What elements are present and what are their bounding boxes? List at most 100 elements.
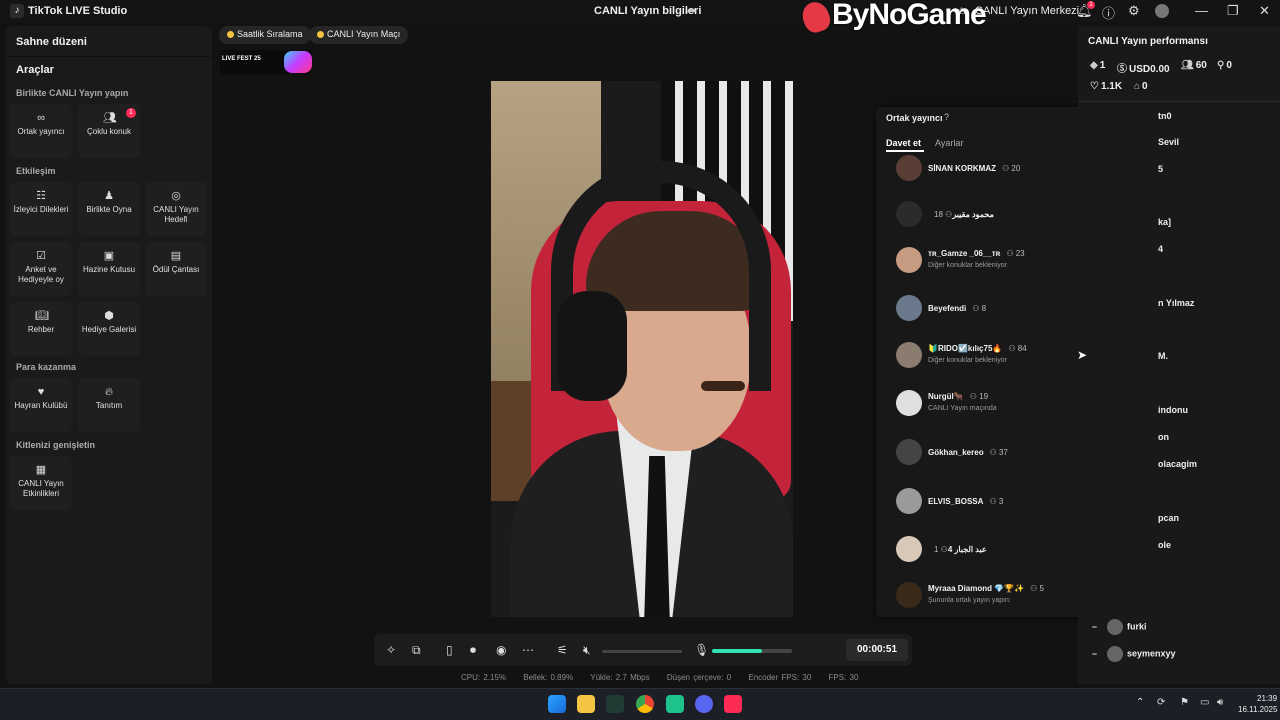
maximize-icon[interactable]: ❐ bbox=[1227, 3, 1239, 19]
currency-icon: Ⓢ bbox=[1117, 64, 1127, 75]
avatar[interactable] bbox=[1155, 4, 1169, 18]
viewer-requests-tool[interactable]: ☷ İzleyici Dilekleri bbox=[10, 182, 72, 236]
person-icon: ⚇ bbox=[989, 497, 999, 506]
target-icon: ◎ bbox=[171, 190, 181, 202]
hourly-ranking-pill[interactable]: Saatlik Sıralama bbox=[219, 26, 311, 44]
notification-badge: 1 bbox=[1087, 1, 1095, 9]
clock-time[interactable]: 21:39 bbox=[1257, 694, 1277, 703]
avatar bbox=[896, 488, 922, 514]
volume-slider[interactable] bbox=[602, 650, 682, 653]
chevron-up-icon[interactable]: ⌃ bbox=[1136, 697, 1144, 708]
cohost-tool[interactable]: ∞ Ortak yayıncı bbox=[10, 104, 72, 158]
fan-club-tool[interactable]: ♥ Hayran Kulübü bbox=[10, 378, 72, 432]
layout-icon[interactable]: ⧉ bbox=[412, 643, 421, 658]
play-together-tool[interactable]: ♟ Birlikte Oyna bbox=[78, 182, 140, 236]
tab-settings[interactable]: Ayarlar bbox=[935, 138, 963, 148]
live-match-pill[interactable]: CANLI Yayın Maçı bbox=[309, 26, 409, 44]
encoder-stat: Encoder FPS: 30 bbox=[748, 673, 812, 682]
viewer-name[interactable]: tn0 bbox=[1158, 111, 1172, 121]
treasure-box-tool[interactable]: ▣ Hazine Kutusu bbox=[78, 242, 140, 296]
more-icon[interactable]: ⋯ bbox=[522, 643, 534, 657]
stream-info-button[interactable]: CANLI Yayın bilgileri bbox=[594, 5, 701, 17]
gift-gallery-tool[interactable]: ⬢ Hediye Galerisi bbox=[78, 302, 140, 356]
viewer-name[interactable]: on bbox=[1158, 432, 1169, 442]
help-icon[interactable]: ⓘ bbox=[1102, 3, 1115, 22]
follower-count: ⚇ 8 bbox=[972, 304, 986, 313]
live-center-button[interactable]: CANLI Yayın Merkezi bbox=[975, 5, 1079, 17]
magic-wand-icon[interactable]: ✧ bbox=[386, 643, 396, 657]
play-together-label: Birlikte Oyna bbox=[86, 205, 132, 214]
cohost-name: Myraaa Diamond 💎🏆✨ ⚇ 5 bbox=[928, 584, 1044, 593]
performance-title: CANLI Yayın performansı bbox=[1088, 36, 1208, 47]
viewer-name[interactable]: 4 bbox=[1158, 244, 1163, 254]
close-icon[interactable]: ✕ bbox=[1259, 3, 1270, 19]
terminal-icon[interactable] bbox=[606, 695, 624, 713]
guide-tool[interactable]: 📖︎ Rehber bbox=[10, 302, 72, 356]
home-icon[interactable]: ⌂ bbox=[958, 3, 965, 17]
viewer-name[interactable]: Sevil bbox=[1158, 137, 1179, 147]
live-events-tool[interactable]: ▦ CANLI Yayın Etkinlikleri bbox=[10, 456, 72, 510]
discord-icon[interactable] bbox=[695, 695, 713, 713]
viewer-name[interactable]: pcan bbox=[1158, 513, 1179, 523]
viewer-name[interactable]: n Yılmaz bbox=[1158, 298, 1194, 308]
divider bbox=[1078, 101, 1280, 102]
section-monetize: Para kazanma bbox=[16, 362, 77, 372]
app-icon[interactable] bbox=[666, 695, 684, 713]
phone-icon[interactable]: ▯ bbox=[446, 643, 453, 657]
help-icon[interactable]: ? bbox=[944, 112, 949, 122]
heart-icon: ♥ bbox=[37, 386, 45, 398]
bag-icon: ▤ bbox=[170, 250, 182, 262]
scene-layout-title[interactable]: Sahne düzeni bbox=[16, 36, 87, 48]
network-icon[interactable]: ⚑ bbox=[1180, 697, 1189, 708]
cohost-name-text: Beyefendi bbox=[928, 304, 967, 313]
tab-invite[interactable]: Davet et bbox=[886, 138, 921, 148]
cohost-name: ELVIS_BOSSA ⚇ 3 bbox=[928, 497, 1003, 506]
performance-panel bbox=[1078, 26, 1280, 684]
promote-tool[interactable]: 🔥︎ Tanıtım bbox=[78, 378, 140, 432]
list-item[interactable]: – furki bbox=[1092, 619, 1147, 635]
reward-bag-tool[interactable]: ▤ Ödül Çantası bbox=[145, 242, 207, 296]
clock-date[interactable]: 16.11.2025 bbox=[1238, 705, 1277, 714]
speaker-icon[interactable]: 🔊︎ bbox=[1217, 697, 1223, 708]
follower-count-value: 37 bbox=[998, 448, 1008, 457]
chrome-icon[interactable] bbox=[636, 695, 654, 713]
viewer-name[interactable]: M. bbox=[1158, 351, 1168, 361]
viewer-requests-label: İzleyici Dilekleri bbox=[13, 205, 69, 214]
microphone-icon[interactable]: 🎙︎ bbox=[694, 643, 709, 657]
viewer-name[interactable]: ole bbox=[1158, 540, 1171, 550]
follower-count: ⚇ 1 bbox=[934, 545, 948, 554]
viewer-name[interactable]: olacagim bbox=[1158, 459, 1197, 469]
viewer-name[interactable]: ka] bbox=[1158, 217, 1171, 227]
multi-guest-tool[interactable]: 👥︎ Çoklu konuk 1 bbox=[78, 104, 140, 158]
cohost-name: SİNAN KORKMAZ ⚇ 20 bbox=[928, 164, 1020, 173]
viewer-name[interactable]: indonu bbox=[1158, 405, 1188, 415]
record-icon[interactable]: ⏺ bbox=[470, 643, 476, 658]
windows-start-icon[interactable] bbox=[548, 695, 566, 713]
mixer-icon[interactable]: ⚟ bbox=[557, 643, 568, 657]
person-icon: ⚇ bbox=[1008, 344, 1018, 353]
speaker-muted-icon[interactable]: 🔇︎ bbox=[583, 643, 591, 658]
viewer-name[interactable]: 5 bbox=[1158, 164, 1163, 174]
app-title: TikTok LIVE Studio bbox=[28, 5, 128, 17]
tiktok-studio-icon[interactable] bbox=[724, 695, 742, 713]
camera-preview bbox=[491, 81, 793, 617]
file-explorer-icon[interactable] bbox=[577, 695, 595, 713]
live-goal-tool[interactable]: ◎ CANLI Yayın Hedefi bbox=[145, 182, 207, 236]
mouse-cursor-icon: ➤ bbox=[1077, 348, 1088, 362]
poll-tool[interactable]: ☑ Anket ve Hediyeyle oy bbox=[10, 242, 72, 296]
capture-icon[interactable]: ◉ bbox=[496, 643, 506, 657]
share-icon[interactable]: ➦ bbox=[687, 4, 696, 17]
follower-count: ⚇ 18 bbox=[934, 210, 952, 219]
performance-stats: CPU: 2.15% Bellek: 0.89% Yükle: 2.7 Mbps… bbox=[461, 673, 872, 682]
person-icon: ⚇ bbox=[938, 545, 948, 554]
minimize-icon[interactable]: — bbox=[1195, 3, 1208, 18]
follower-count-value: 19 bbox=[979, 392, 989, 401]
section-audience: Kitlenizi genişletin bbox=[16, 440, 96, 450]
monitor-icon[interactable]: ▭ bbox=[1200, 697, 1209, 708]
list-item[interactable]: – seymenxyy bbox=[1092, 646, 1176, 662]
likes-value: 1.1K bbox=[1100, 81, 1123, 92]
settings-gear-icon[interactable]: ⚙ bbox=[1128, 3, 1140, 19]
sync-icon[interactable]: ⟳ bbox=[1157, 697, 1165, 708]
coin-icon bbox=[317, 31, 324, 38]
followers-stat: ⚲ 0 bbox=[1217, 60, 1232, 71]
